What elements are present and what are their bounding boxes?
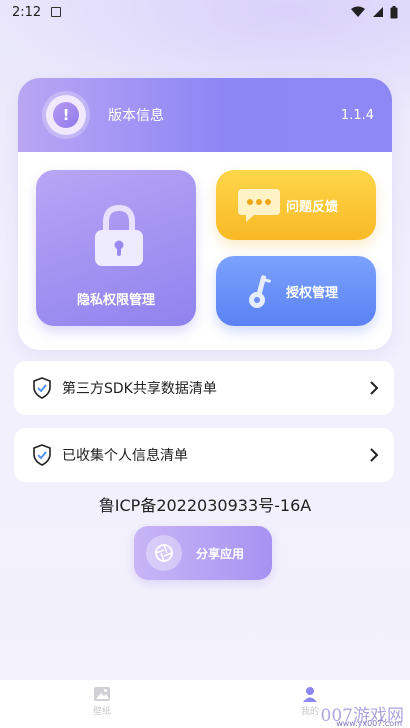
info-icon: ! — [46, 95, 86, 135]
version-number: 1.1.4 — [340, 107, 374, 123]
tab-mine-label: 我的 — [300, 707, 319, 717]
bottom-navigation: 壁纸 我的 007游戏网 www.yx007.com — [0, 680, 410, 728]
share-label: 分享应用 — [196, 546, 245, 561]
shield-check-icon — [33, 377, 51, 399]
authorization-label: 授权管理 — [286, 285, 339, 301]
sdk-data-list-item[interactable]: 第三方SDK共享数据清单 — [14, 361, 394, 415]
signal-icon — [373, 7, 383, 17]
icp-license: 鲁ICP备2022030933号-16A — [98, 496, 312, 515]
chevron-right-icon — [370, 381, 379, 395]
image-icon — [94, 687, 110, 701]
status-icons — [350, 5, 398, 19]
status-time: 2:12 — [12, 4, 42, 20]
battery-icon — [390, 5, 398, 18]
tab-wallpaper[interactable]: 壁纸 — [82, 686, 122, 717]
personal-info-list-item[interactable]: 已收集个人信息清单 — [14, 428, 394, 482]
tab-wallpaper-label: 壁纸 — [92, 707, 111, 717]
privacy-label: 隐私权限管理 — [76, 293, 155, 308]
notification-icon — [51, 7, 62, 17]
user-icon — [303, 687, 317, 702]
sdk-data-list-label: 第三方SDK共享数据清单 — [62, 381, 217, 397]
personal-info-list-label: 已收集个人信息清单 — [62, 448, 188, 464]
chevron-right-icon — [370, 448, 379, 462]
version-header: ! 版本信息 1.1.4 — [18, 78, 392, 152]
version-title: 版本信息 — [108, 108, 164, 124]
authorization-button[interactable]: 授权管理 — [216, 256, 376, 326]
watermark-url: www.yx007.com — [336, 719, 402, 728]
lock-icon — [95, 204, 143, 266]
status-bar: 2:12 — [0, 0, 410, 24]
shield-check-icon — [33, 444, 51, 466]
feedback-button[interactable]: 问题反馈 — [216, 170, 376, 240]
share-app-button[interactable]: 分享应用 — [134, 526, 272, 580]
key-icon — [249, 275, 271, 308]
privacy-permission-button[interactable]: 隐私权限管理 — [36, 170, 196, 326]
wifi-icon — [351, 6, 365, 17]
feedback-label: 问题反馈 — [286, 199, 339, 215]
chat-icon — [238, 189, 280, 222]
camera-aperture-icon — [146, 535, 182, 571]
main-card: ! 版本信息 1.1.4 隐私权限管理 问题反馈 授权管理 — [18, 78, 392, 350]
